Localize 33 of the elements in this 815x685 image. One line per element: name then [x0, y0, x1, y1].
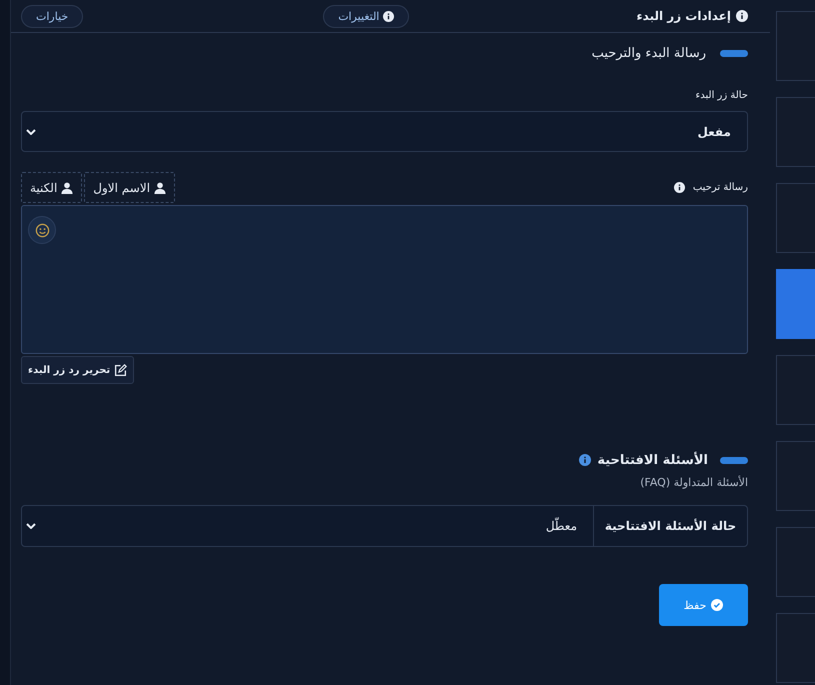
- info-icon: [383, 10, 394, 22]
- user-icon: [61, 182, 74, 194]
- side-tab[interactable]: [776, 183, 815, 253]
- section-marker: [720, 456, 748, 464]
- smiley-icon: [34, 222, 50, 238]
- changes-button[interactable]: التغييرات: [323, 4, 410, 28]
- side-tab[interactable]: [776, 613, 815, 683]
- edit-icon: [114, 364, 128, 376]
- section-title: رسالة البدء والترحيب: [592, 46, 706, 60]
- side-tab[interactable]: [776, 97, 815, 167]
- info-icon: [674, 182, 685, 193]
- side-tab[interactable]: [776, 269, 815, 339]
- check-circle-icon: [711, 599, 724, 611]
- side-tab[interactable]: [776, 527, 815, 597]
- options-button[interactable]: خيارات: [21, 4, 84, 28]
- section-marker: [720, 50, 748, 56]
- page-title: إعدادات زر البدء: [636, 9, 748, 23]
- field-label: حالة زر البدء: [696, 90, 748, 101]
- edit-reply-button[interactable]: تحرير رد زر البدء: [21, 356, 134, 384]
- status-select[interactable]: مفعل: [21, 111, 748, 152]
- info-icon: [579, 454, 592, 466]
- chevron-down-icon: [26, 128, 36, 134]
- variable-chip[interactable]: الكنية: [21, 172, 82, 203]
- section-subtitle: الأسئلة المتداولة (FAQ): [640, 476, 748, 489]
- side-tab[interactable]: [776, 355, 815, 425]
- user-icon: [154, 182, 166, 194]
- side-tab[interactable]: [776, 11, 815, 81]
- variable-chip[interactable]: الاسم الاول: [84, 172, 176, 203]
- emoji-button[interactable]: [28, 216, 56, 244]
- section-title: الأسئلة الافتتاحية: [597, 452, 708, 468]
- info-icon: [736, 10, 748, 22]
- field-label: رسالة ترحيب: [692, 182, 748, 193]
- side-tab[interactable]: [776, 441, 815, 511]
